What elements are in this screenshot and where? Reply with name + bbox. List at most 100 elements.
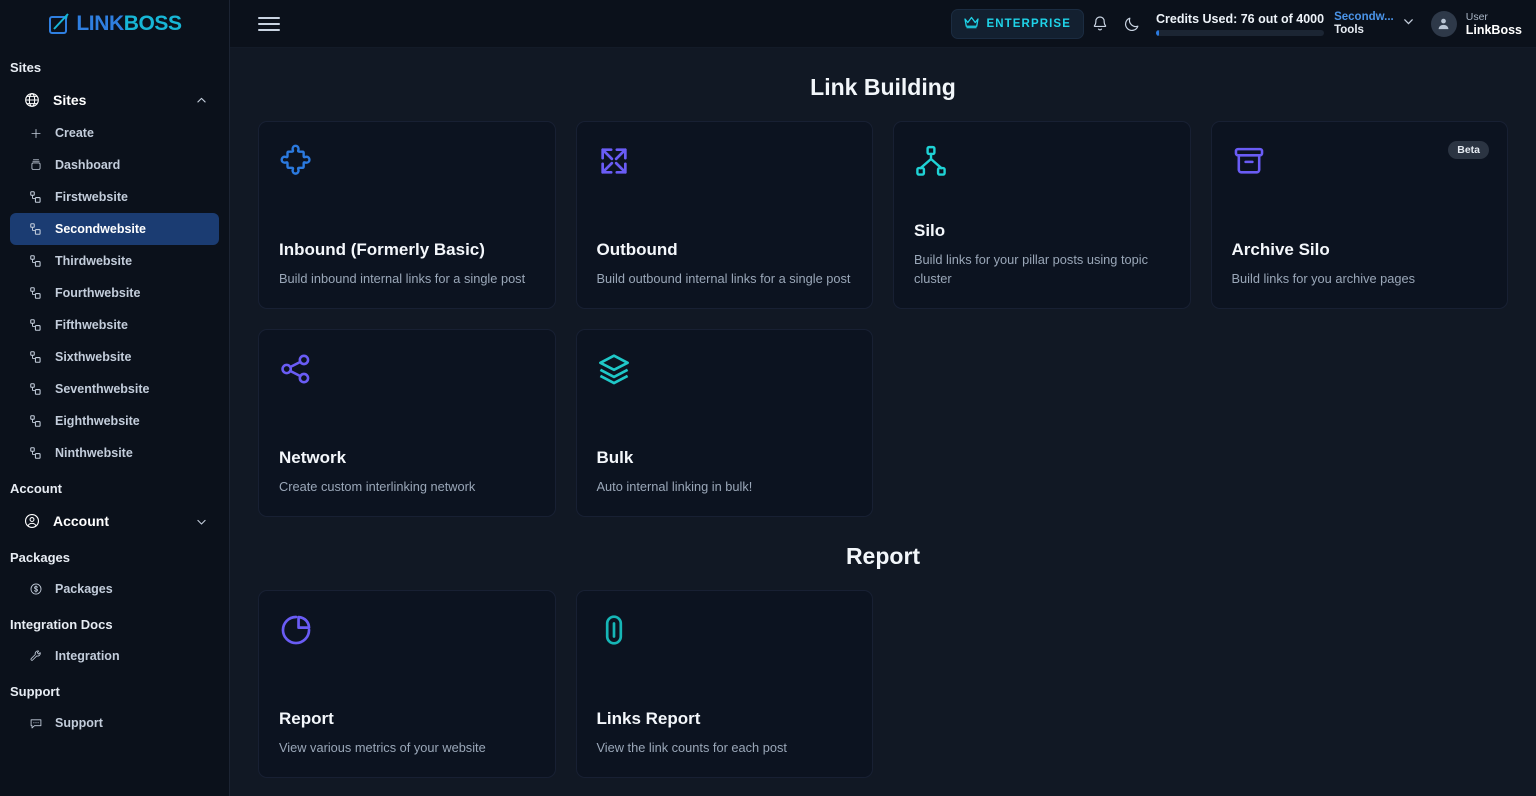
layers-icon <box>597 352 853 400</box>
sidebar-item-label: Integration <box>55 649 120 663</box>
moon-icon[interactable] <box>1116 8 1148 40</box>
dashboard-icon <box>29 155 43 175</box>
sidebar-item-ninthwebsite[interactable]: Ninthwebsite <box>10 437 219 469</box>
enterprise-badge-label: ENTERPRISE <box>986 17 1071 30</box>
expand-arrows-icon <box>597 144 853 192</box>
credits-progress-bar <box>1155 29 1325 36</box>
card-grid: Report View various metrics of your websi… <box>258 590 1508 778</box>
site-switcher[interactable]: Secondw... Tools <box>1334 11 1419 36</box>
user-menu[interactable]: User LinkBoss <box>1430 10 1522 37</box>
chat-icon <box>29 713 43 733</box>
sidebar-item-label: Account <box>53 513 109 529</box>
sidebar-nav: Sites Sites Create Dashboard Firstwebsite Sec… <box>0 48 229 796</box>
grid-placeholder <box>1211 329 1509 517</box>
crown-icon <box>964 16 980 32</box>
main-area: ENTERPRISE Credits Used: 76 out of 4000 … <box>230 0 1536 796</box>
chevron-down-icon <box>1402 15 1415 33</box>
chevron-down-icon[interactable] <box>195 515 207 527</box>
sidebar-item-label: Firstwebsite <box>55 190 128 204</box>
sitemap-icon <box>29 219 43 239</box>
feature-card-network[interactable]: Network Create custom interlinking networ… <box>258 329 556 517</box>
sidebar-item-label: Create <box>55 126 94 140</box>
app-logo[interactable]: LINKBOSS <box>0 0 229 48</box>
user-avatar-icon <box>1430 10 1457 37</box>
sidebar-item-create[interactable]: Create <box>10 117 219 149</box>
card-title: Outbound <box>596 239 678 259</box>
feature-card-links-report[interactable]: Links Report View the link counts for eac… <box>575 590 873 778</box>
card-description: View various metrics of your website <box>279 739 486 755</box>
credits-meter: Credits Used: 76 out of 4000 <box>1155 12 1325 36</box>
sidebar-item-secondwebsite[interactable]: Secondwebsite <box>10 213 219 245</box>
sidebar-item-fifthwebsite[interactable]: Fifthwebsite <box>10 309 219 341</box>
wrench-icon <box>29 646 43 666</box>
sidebar-item-label: Secondwebsite <box>55 222 146 236</box>
grid-placeholder <box>893 329 1191 517</box>
card-description: Build links for you archive pages <box>1231 270 1416 286</box>
sidebar-item-eighthwebsite[interactable]: Eighthwebsite <box>10 405 219 437</box>
sidebar-item-firstwebsite[interactable]: Firstwebsite <box>10 181 219 213</box>
sidebar-item-dashboard[interactable]: Dashboard <box>10 149 219 181</box>
chevron-up-icon[interactable] <box>195 94 207 106</box>
sitemap-icon <box>29 283 43 303</box>
sidebar-item-seventhwebsite[interactable]: Seventhwebsite <box>10 373 219 405</box>
feature-card-bulk[interactable]: Bulk Auto internal linking in bulk! <box>575 329 873 517</box>
section-title: Report <box>845 543 921 569</box>
feature-card-silo[interactable]: Silo Build links for your pillar posts us… <box>893 121 1191 309</box>
user-name: LinkBoss <box>1465 22 1522 37</box>
sidebar-group-title: Sites <box>10 60 42 75</box>
card-title: Report <box>279 708 334 728</box>
user-circle-icon <box>22 511 42 531</box>
sidebar: LINKBOSS Sites Sites Create Dashboard Firstw… <box>0 0 230 796</box>
card-description: Build inbound internal links for a singl… <box>279 270 526 286</box>
logo-text-secondary: BOSS <box>123 12 182 35</box>
site-switcher-sub: Tools <box>1334 24 1364 36</box>
sidebar-item-account[interactable]: Account <box>10 504 219 538</box>
card-description: Create custom interlinking network <box>279 478 476 494</box>
user-role: User <box>1465 10 1488 23</box>
feature-card-inbound-formerly-basic[interactable]: Inbound (Formerly Basic) Build inbound in… <box>258 121 556 309</box>
sidebar-item-sixthwebsite[interactable]: Sixthwebsite <box>10 341 219 373</box>
sidebar-item-label: Support <box>55 716 103 730</box>
card-description: Auto internal linking in bulk! <box>596 478 753 494</box>
card-description: Build outbound internal links for a sing… <box>596 270 851 286</box>
card-title: Archive Silo <box>1231 239 1330 259</box>
sidebar-item-label: Seventhwebsite <box>55 382 150 396</box>
sidebar-item-packages[interactable]: Packages <box>10 573 219 605</box>
sitemap-icon <box>29 443 43 463</box>
feature-card-archive-silo[interactable]: Beta Archive Silo Build links for you arch… <box>1210 121 1508 309</box>
hierarchy-icon <box>914 144 1170 192</box>
card-title: Inbound (Formerly Basic) <box>279 239 485 259</box>
sitemap-icon <box>29 347 43 367</box>
sidebar-item-label: Fifthwebsite <box>55 318 128 332</box>
sitemap-icon <box>29 187 43 207</box>
sidebar-item-fourthwebsite[interactable]: Fourthwebsite <box>10 277 219 309</box>
sidebar-item-support[interactable]: Support <box>10 707 219 739</box>
globe-icon <box>22 90 42 110</box>
sitemap-icon <box>29 251 43 271</box>
sidebar-item-label: Sixthwebsite <box>55 350 132 364</box>
card-description: View the link counts for each post <box>596 739 787 755</box>
bell-icon[interactable] <box>1084 8 1116 40</box>
sidebar-item-label: Sites <box>53 92 87 108</box>
sidebar-group-title: Integration Docs <box>10 617 113 632</box>
sidebar-item-integration[interactable]: Integration <box>10 640 219 672</box>
sitemap-icon <box>29 379 43 399</box>
credits-progress-fill <box>1155 29 1160 36</box>
pie-chart-icon <box>279 613 535 661</box>
sidebar-item-thirdwebsite[interactable]: Thirdwebsite <box>10 245 219 277</box>
section-title: Link Building <box>810 74 956 100</box>
sidebar-item-sites[interactable]: Sites <box>10 83 219 117</box>
hamburger-menu-icon[interactable] <box>258 13 280 35</box>
content-area: Link Building Inbound (Formerly Basic) Bui… <box>230 48 1536 796</box>
card-title: Bulk <box>596 447 634 467</box>
grid-placeholder <box>893 590 1191 778</box>
site-switcher-site: Secondw... <box>1334 11 1394 23</box>
feature-card-outbound[interactable]: Outbound Build outbound internal links fo… <box>575 121 873 309</box>
feature-card-report[interactable]: Report View various metrics of your websi… <box>258 590 556 778</box>
logo-text-primary: LINK <box>76 12 124 35</box>
card-title: Links Report <box>596 708 701 728</box>
sidebar-item-label: Packages <box>55 582 113 596</box>
grid-placeholder <box>1211 590 1509 778</box>
enterprise-badge[interactable]: ENTERPRISE <box>951 8 1084 39</box>
sitemap-icon <box>29 411 43 431</box>
